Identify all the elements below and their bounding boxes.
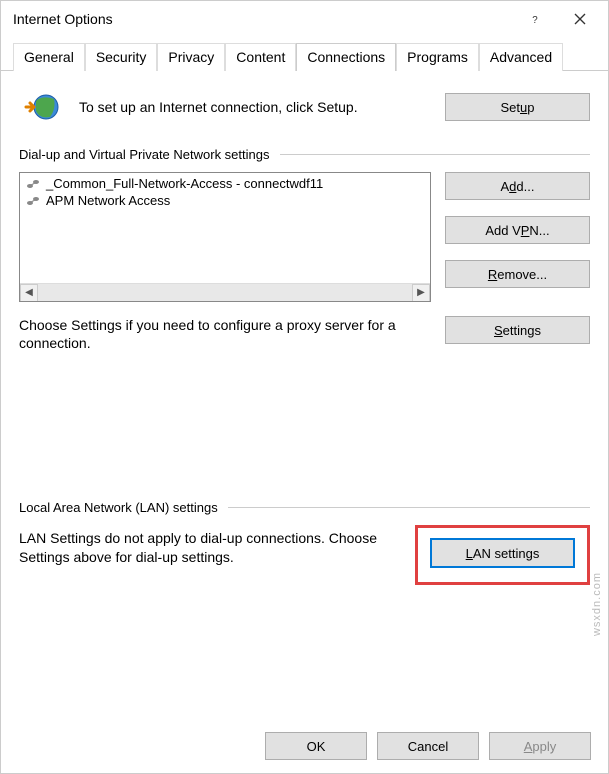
dialog-footer: OK Cancel Apply [265,732,591,760]
choose-settings-text: Choose Settings if you need to configure… [19,316,431,352]
list-item[interactable]: _Common_Full-Network-Access - connectwdf… [22,175,428,192]
remove-button[interactable]: Remove... [445,260,590,288]
tab-advanced[interactable]: Advanced [479,43,563,71]
tab-content[interactable]: Content [225,43,296,71]
dialup-button-column: Add... Add VPN... Remove... [445,172,590,302]
close-button[interactable] [558,5,602,33]
ok-button[interactable]: OK [265,732,367,760]
tab-general[interactable]: General [13,43,85,71]
help-button[interactable]: ? [514,5,558,33]
add-button-label: Add... [501,179,535,194]
list-item-label: _Common_Full-Network-Access - connectwdf… [46,176,323,191]
lan-section: Local Area Network (LAN) settings LAN Se… [19,500,590,585]
horizontal-scrollbar[interactable]: ◀ ▶ [20,283,430,301]
dialup-group-text: Dial-up and Virtual Private Network sett… [19,147,270,162]
cancel-button[interactable]: Cancel [377,732,479,760]
tab-content-area: To set up an Internet connection, click … [1,71,608,595]
scroll-left-arrow[interactable]: ◀ [20,284,38,302]
dialup-area: _Common_Full-Network-Access - connectwdf… [19,172,590,302]
watermark-text: wsxdn.com [591,572,603,636]
connection-wizard-icon [19,89,65,125]
cancel-button-label: Cancel [408,739,448,754]
apply-button[interactable]: Apply [489,732,591,760]
list-item[interactable]: APM Network Access [22,192,428,209]
setup-button[interactable]: Setup [445,93,590,121]
add-vpn-button[interactable]: Add VPN... [445,216,590,244]
tab-programs[interactable]: Programs [396,43,479,71]
tab-privacy[interactable]: Privacy [157,43,225,71]
lan-description-text: LAN Settings do not apply to dial-up con… [19,525,401,565]
add-button[interactable]: Add... [445,172,590,200]
window-title: Internet Options [13,11,514,27]
lan-settings-button[interactable]: LAN settings [430,538,575,568]
scroll-track[interactable] [38,284,412,302]
network-icon [26,195,40,207]
lan-group-text: Local Area Network (LAN) settings [19,500,218,515]
connections-listbox[interactable]: _Common_Full-Network-Access - connectwdf… [19,172,431,302]
lan-settings-button-label: LAN settings [466,546,540,561]
lan-highlight-box: LAN settings [415,525,590,585]
tab-security[interactable]: Security [85,43,158,71]
dialup-group-label: Dial-up and Virtual Private Network sett… [19,147,590,162]
remove-button-label: Remove... [488,267,547,282]
scroll-right-arrow[interactable]: ▶ [412,284,430,302]
network-icon [26,178,40,190]
choose-settings-area: Choose Settings if you need to configure… [19,316,590,352]
tab-strip: General Security Privacy Content Connect… [1,37,608,71]
ok-button-label: OK [307,739,326,754]
apply-button-label: Apply [524,739,557,754]
tab-connections[interactable]: Connections [296,43,396,71]
setup-intro: To set up an Internet connection, click … [19,89,590,125]
titlebar: Internet Options ? [1,1,608,37]
lan-group-label: Local Area Network (LAN) settings [19,500,590,515]
settings-button[interactable]: Settings [445,316,590,344]
svg-text:?: ? [532,15,538,25]
setup-intro-text: To set up an Internet connection, click … [79,98,431,116]
list-item-label: APM Network Access [46,193,170,208]
settings-button-label: Settings [494,323,541,338]
divider [280,154,591,155]
internet-options-dialog: Internet Options ? General Security Priv… [0,0,609,774]
lan-area: LAN Settings do not apply to dial-up con… [19,525,590,585]
divider [228,507,590,508]
setup-button-label: Setup [501,100,535,115]
add-vpn-button-label: Add VPN... [485,223,549,238]
